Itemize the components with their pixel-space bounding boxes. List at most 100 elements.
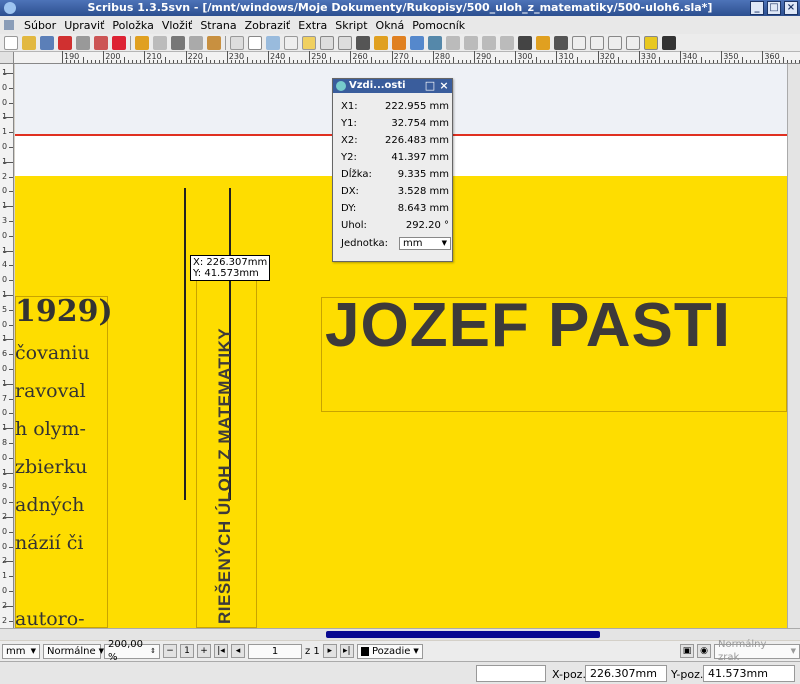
freehand-icon[interactable] — [392, 35, 406, 50]
page-number-field[interactable]: 1 — [248, 643, 302, 659]
line-icon[interactable] — [356, 35, 370, 50]
polygon-icon[interactable] — [338, 35, 352, 50]
first-page-icon[interactable]: |◂ — [214, 644, 228, 658]
ruler-tick — [156, 60, 158, 63]
image-frame-icon[interactable] — [266, 35, 280, 50]
ruler-tick — [288, 57, 290, 63]
pdf-text-field-icon[interactable] — [590, 35, 604, 50]
text-frame-icon[interactable] — [248, 35, 262, 50]
menu-edit[interactable]: Upraviť — [60, 19, 108, 32]
pdf-text-annotation-icon[interactable] — [644, 35, 658, 50]
cut-icon[interactable] — [171, 35, 185, 50]
measurements-icon[interactable] — [518, 35, 532, 50]
shape-icon[interactable] — [320, 35, 334, 50]
palette-close-icon[interactable]: × — [438, 80, 450, 92]
menu-file[interactable]: Súbor — [20, 19, 60, 32]
ruler-tick — [3, 517, 13, 518]
tooltip-x: X: 226.307mm — [193, 257, 268, 268]
unlink-frames-icon[interactable] — [500, 35, 514, 50]
menu-help[interactable]: Pomocník — [408, 19, 469, 32]
preview-mode-icon[interactable]: ▣ — [680, 644, 694, 658]
page-count: z 1 — [305, 645, 320, 657]
rotate-icon[interactable] — [410, 35, 424, 50]
ruler-tick — [655, 60, 657, 63]
eyedropper-icon[interactable] — [554, 35, 568, 50]
pdf-push-button-icon[interactable] — [572, 35, 586, 50]
ruler-corner[interactable] — [0, 52, 14, 64]
eye-icon[interactable]: ◉ — [697, 644, 711, 658]
close-icon[interactable]: × — [784, 1, 798, 15]
measure-value: 292.20 ° — [405, 220, 449, 231]
ruler-tick — [243, 60, 245, 63]
document-menu-icon[interactable] — [4, 20, 14, 30]
menu-script[interactable]: Skript — [331, 19, 371, 32]
ruler-tick — [700, 57, 702, 63]
ruler-tick — [9, 176, 13, 178]
chevron-down-icon: ▼ — [441, 239, 447, 247]
last-page-icon[interactable]: ▸| — [339, 644, 354, 658]
save-icon[interactable] — [40, 35, 54, 50]
print-icon[interactable] — [76, 35, 90, 50]
next-page-icon[interactable]: ▸ — [322, 644, 337, 658]
ruler-tick — [206, 57, 208, 63]
copy-icon[interactable] — [189, 35, 203, 50]
zoom-field[interactable]: 200,00 % ⇕ — [104, 639, 160, 663]
menu-item[interactable]: Položka — [108, 19, 157, 32]
paste-icon[interactable] — [207, 35, 221, 50]
undo-icon[interactable] — [135, 35, 149, 50]
mode-combobox-value: Normálne — [47, 645, 96, 657]
pdf-link-annotation-icon[interactable] — [662, 35, 676, 50]
zoom-100-icon[interactable]: 1 — [180, 644, 194, 658]
export-pdf-icon[interactable] — [112, 35, 126, 50]
ruler-tick — [395, 60, 397, 63]
bezier-icon[interactable] — [374, 35, 388, 50]
ruler-tick — [9, 620, 13, 622]
table-icon[interactable] — [302, 35, 316, 50]
ruler-tick — [539, 60, 541, 63]
xpos-field: 226.307mm — [585, 665, 667, 682]
mode-combobox[interactable]: Normálne ▼ — [43, 643, 104, 659]
new-document-icon[interactable] — [4, 35, 18, 50]
minimize-icon[interactable]: _ — [750, 1, 764, 15]
measure-value: 41.397 mm — [391, 152, 449, 163]
horizontal-scroll-thumb[interactable] — [326, 631, 600, 638]
edit-contents-icon[interactable] — [446, 35, 460, 50]
menu-extras[interactable]: Extra — [294, 19, 331, 32]
unit-combobox[interactable]: mm ▼ — [2, 643, 40, 659]
previous-page-icon[interactable]: ◂ — [231, 644, 245, 658]
zoom-in-icon[interactable]: + — [197, 644, 211, 658]
pdf-combobox-icon[interactable] — [626, 35, 640, 50]
ruler-tick — [675, 60, 677, 63]
link-frames-icon[interactable] — [482, 35, 496, 50]
vertical-scrollbar[interactable] — [787, 64, 800, 628]
zoom-out-icon[interactable]: − — [163, 644, 177, 658]
visual-mode-combobox[interactable]: Normálny zrak ▼ — [714, 639, 800, 663]
menu-insert[interactable]: Vložiť — [158, 19, 196, 32]
maximize-icon[interactable]: □ — [767, 1, 781, 15]
ruler-tick — [66, 60, 68, 63]
layer-combobox[interactable]: Pozadie ▼ — [356, 643, 423, 659]
horizontal-ruler[interactable]: 190 200 210 220 230 240 250 260 270 280 290 300 310 3… — [14, 51, 800, 64]
vertical-rule-left[interactable] — [184, 188, 186, 500]
copy-properties-icon[interactable] — [536, 35, 550, 50]
preflight-icon[interactable] — [94, 35, 108, 50]
redo-icon[interactable] — [153, 35, 167, 50]
zoom-icon[interactable] — [428, 35, 442, 50]
menu-view[interactable]: Zobraziť — [241, 19, 295, 32]
ruler-tick — [9, 487, 13, 489]
vertical-ruler[interactable]: 10011012013014015016017018019020021022 — [0, 64, 14, 628]
palette-app-icon — [336, 81, 346, 91]
pdf-checkbox-icon[interactable] — [608, 35, 622, 50]
render-frame-icon[interactable] — [284, 35, 298, 50]
ruler-label: 0 — [2, 97, 8, 107]
menu-windows[interactable]: Okná — [372, 19, 409, 32]
edit-text-icon[interactable] — [464, 35, 478, 50]
select-icon[interactable] — [230, 35, 244, 50]
menu-page[interactable]: Strana — [196, 19, 240, 32]
close-document-icon[interactable] — [58, 35, 72, 50]
palette-titlebar[interactable]: Vzdi...osti □ × — [333, 79, 452, 93]
palette-maximize-icon[interactable]: □ — [424, 80, 436, 92]
unit-select[interactable]: mm ▼ — [399, 237, 451, 250]
measure-value: 9.335 mm — [397, 169, 449, 180]
open-icon[interactable] — [22, 35, 36, 50]
